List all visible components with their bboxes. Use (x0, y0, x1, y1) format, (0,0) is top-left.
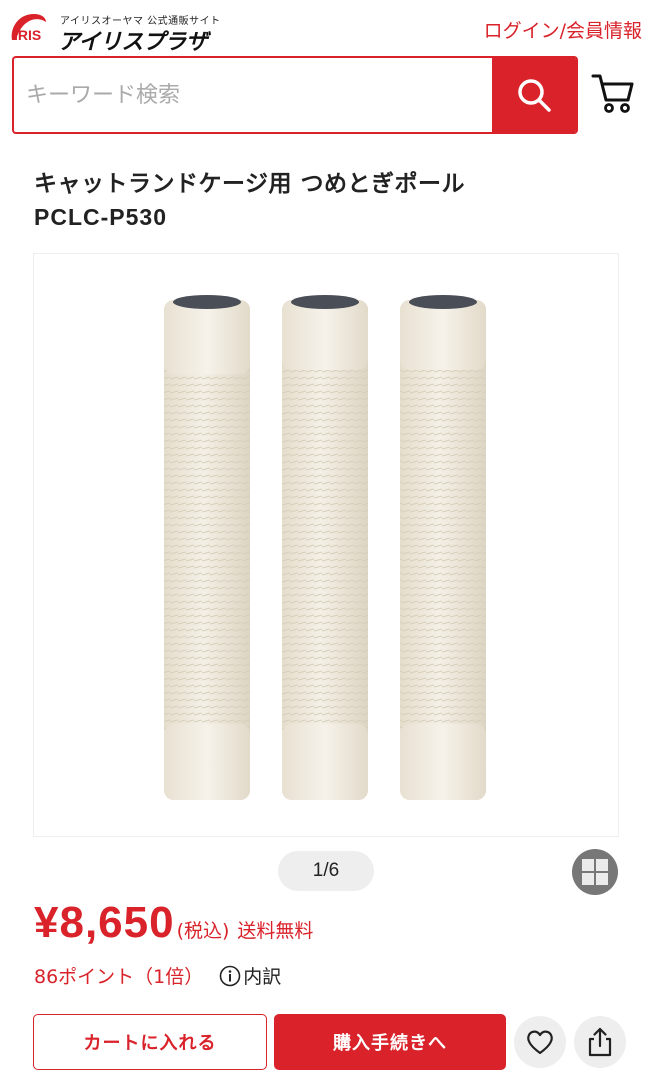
product-code: PCLC-P530 (34, 204, 167, 230)
share-button[interactable] (574, 1016, 626, 1068)
heart-icon (527, 1030, 553, 1055)
pole-1 (164, 295, 250, 800)
search-input[interactable] (14, 58, 494, 132)
price-tax-note: (税込) (176, 920, 230, 942)
points-text: 86ポイント（1倍） (34, 966, 204, 988)
image-pager: 1/6 (278, 851, 374, 891)
share-icon (588, 1027, 612, 1057)
points-breakdown-link[interactable]: 内訳 (243, 962, 281, 989)
cart-icon (591, 74, 634, 113)
site-header: IRIS アイリスオーヤマ 公式通販サイト アイリスプラザ ログイン/会員情報 (0, 0, 652, 55)
cart-button[interactable] (590, 70, 636, 116)
shipping-note: 送料無料 (237, 920, 314, 942)
info-icon[interactable] (219, 965, 241, 987)
site-logo[interactable]: IRIS アイリスオーヤマ 公式通販サイト アイリスプラザ (8, 6, 220, 55)
svg-text:IRIS: IRIS (14, 27, 41, 43)
grid-icon (572, 849, 618, 895)
pole-2 (282, 295, 368, 800)
gallery-grid-button[interactable] (570, 848, 620, 896)
iris-logo-mark: IRIS (11, 14, 47, 43)
pole-3 (400, 295, 486, 800)
search-icon (518, 79, 551, 112)
price-block: ¥8,650 (税込) 送料無料 (34, 898, 313, 948)
product-title: キャットランドケージ用 つめとぎポール (34, 171, 466, 197)
add-to-cart-button[interactable]: カートに入れる (33, 1014, 267, 1070)
points-row: 86ポイント（1倍） 内訳 (34, 962, 281, 989)
search-bar (12, 56, 578, 134)
favorite-button[interactable] (514, 1016, 566, 1068)
search-button[interactable] (492, 58, 576, 132)
price-amount: ¥8,650 (34, 898, 175, 947)
login-link[interactable]: ログイン/会員情報 (484, 16, 642, 43)
logo-wordmark: アイリスプラザ (58, 30, 208, 55)
checkout-button[interactable]: 購入手続きへ (274, 1014, 506, 1070)
product-image[interactable] (33, 253, 619, 837)
scratching-poles-illustration (164, 295, 486, 800)
